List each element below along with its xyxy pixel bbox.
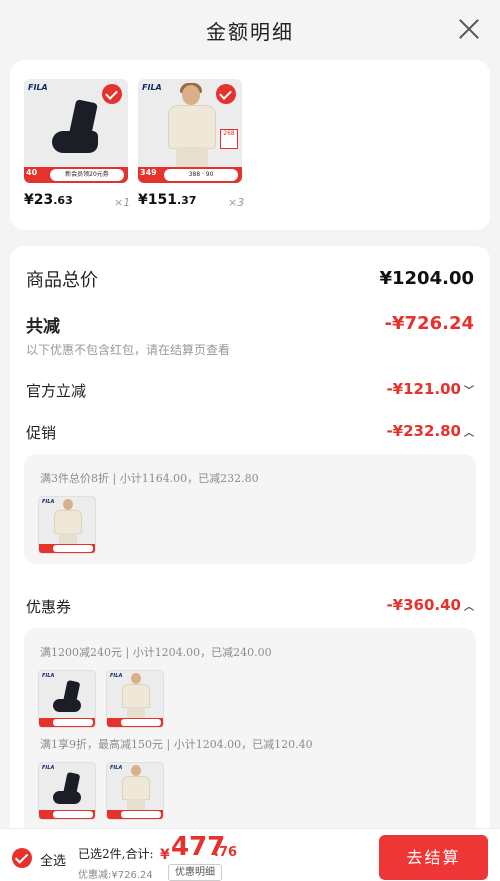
socks-image	[52, 99, 100, 157]
reduce-note: 以下优惠不包含红包，请在结算页查看	[26, 343, 231, 357]
product-thumbnail[interactable]: FILA 268 349 388 · 90	[138, 79, 242, 183]
promo-detail-text: 满3件总价8折 | 小计1164.00，已减232.80	[40, 472, 259, 485]
product-item-socks[interactable]: FILA 40 新会员领20元券	[24, 79, 128, 183]
select-all-check-icon[interactable]	[12, 848, 32, 868]
mini-product-shirt: FILA	[106, 762, 164, 820]
promo-tag: 388 · 90	[164, 169, 238, 181]
checkout-button[interactable]: 去结算	[379, 835, 488, 880]
total-label: 商品总价	[26, 270, 98, 291]
discount-detail-button[interactable]: 优惠明细	[168, 864, 222, 881]
check-circle-icon[interactable]	[216, 84, 236, 104]
product-qty: ×3	[228, 196, 245, 209]
coupon-label: 优惠券	[26, 598, 72, 616]
promo-strip: 349 388 · 90	[138, 167, 242, 183]
product-qty: ×1	[114, 196, 131, 209]
close-icon[interactable]	[458, 18, 480, 40]
checkout-bar: 全选 已选2件,合计: ¥ 477 .76 优惠减:¥726.24 优惠明细 去…	[0, 828, 500, 881]
mini-product-socks: FILA	[38, 670, 96, 728]
chevron-down-icon: ﹀	[464, 386, 474, 397]
coupon-detail-text-2: 满1享9折，最高减150元 | 小计1204.00，已减120.40	[40, 738, 313, 751]
check-circle-icon[interactable]	[102, 84, 122, 104]
coupon-row-toggle[interactable]: -¥360.40 ︿	[386, 596, 474, 614]
selected-products-card: FILA 40 新会员领20元券 ¥23.63 ×1 FILA 268 349 …	[10, 60, 490, 230]
promo-tag: 新会员领20元券	[50, 169, 124, 181]
page-title: 金额明细	[206, 20, 294, 44]
chevron-up-icon: ︿	[464, 428, 474, 439]
promo-price: 40	[26, 168, 38, 177]
product-item-shirt[interactable]: FILA 268 349 388 · 90	[138, 79, 242, 183]
coupon-detail-text-1: 满1200减240元 | 小计1204.00，已减240.00	[40, 646, 272, 659]
total-cents: .76	[214, 845, 238, 860]
chevron-up-icon: ︿	[464, 602, 474, 613]
sheet-header: 金额明细	[0, 0, 500, 60]
official-label: 官方立减	[26, 382, 87, 400]
price-breakdown-card: 商品总价 ¥1204.00 共减 -¥726.24 以下优惠不包含红包，请在结算…	[10, 246, 490, 866]
promo-strip: 40 新会员领20元券	[24, 167, 128, 183]
total-value: ¥1204.00	[379, 268, 474, 289]
select-all-label[interactable]: 全选	[40, 850, 66, 869]
mini-product-shirt: FILA	[106, 670, 164, 728]
promo-price: 349	[140, 168, 157, 177]
reduce-label: 共减	[26, 317, 60, 337]
discount-summary: 优惠减:¥726.24	[78, 870, 153, 881]
promo-detail-panel: 满3件总价8折 | 小计1164.00，已减232.80 FILA	[24, 454, 476, 564]
reduce-value: -¥726.24	[384, 313, 474, 334]
official-value: -¥121.00	[386, 380, 461, 398]
price-badge: 268	[220, 129, 238, 149]
selected-summary: 已选2件,合计:	[78, 847, 154, 861]
brand-logo: FILA	[28, 83, 48, 92]
mini-product-socks: FILA	[38, 762, 96, 820]
promo-row-toggle[interactable]: -¥232.80 ︿	[386, 422, 474, 440]
total-currency: ¥	[160, 847, 170, 863]
amount-detail-sheet: 金额明细 FILA 40 新会员领20元券 ¥23.63 ×1 FILA 268	[0, 0, 500, 881]
official-row-toggle[interactable]: -¥121.00 ﹀	[386, 380, 474, 398]
product-price: ¥151.37	[138, 192, 197, 208]
product-thumbnail[interactable]: FILA 40 新会员领20元券	[24, 79, 128, 183]
brand-logo: FILA	[142, 83, 162, 92]
promo-label: 促销	[26, 424, 57, 442]
coupon-value: -¥360.40	[386, 596, 461, 614]
promo-value: -¥232.80	[386, 422, 461, 440]
product-price: ¥23.63	[24, 192, 73, 208]
mini-product-shirt: FILA	[38, 496, 96, 554]
